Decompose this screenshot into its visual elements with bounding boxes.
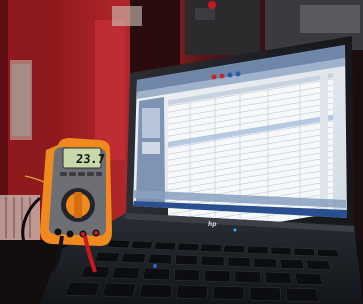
meter-reading: 23.7 [75, 152, 106, 166]
photo-scene [0, 0, 363, 304]
laptop-brand-logo: hp [208, 221, 217, 228]
